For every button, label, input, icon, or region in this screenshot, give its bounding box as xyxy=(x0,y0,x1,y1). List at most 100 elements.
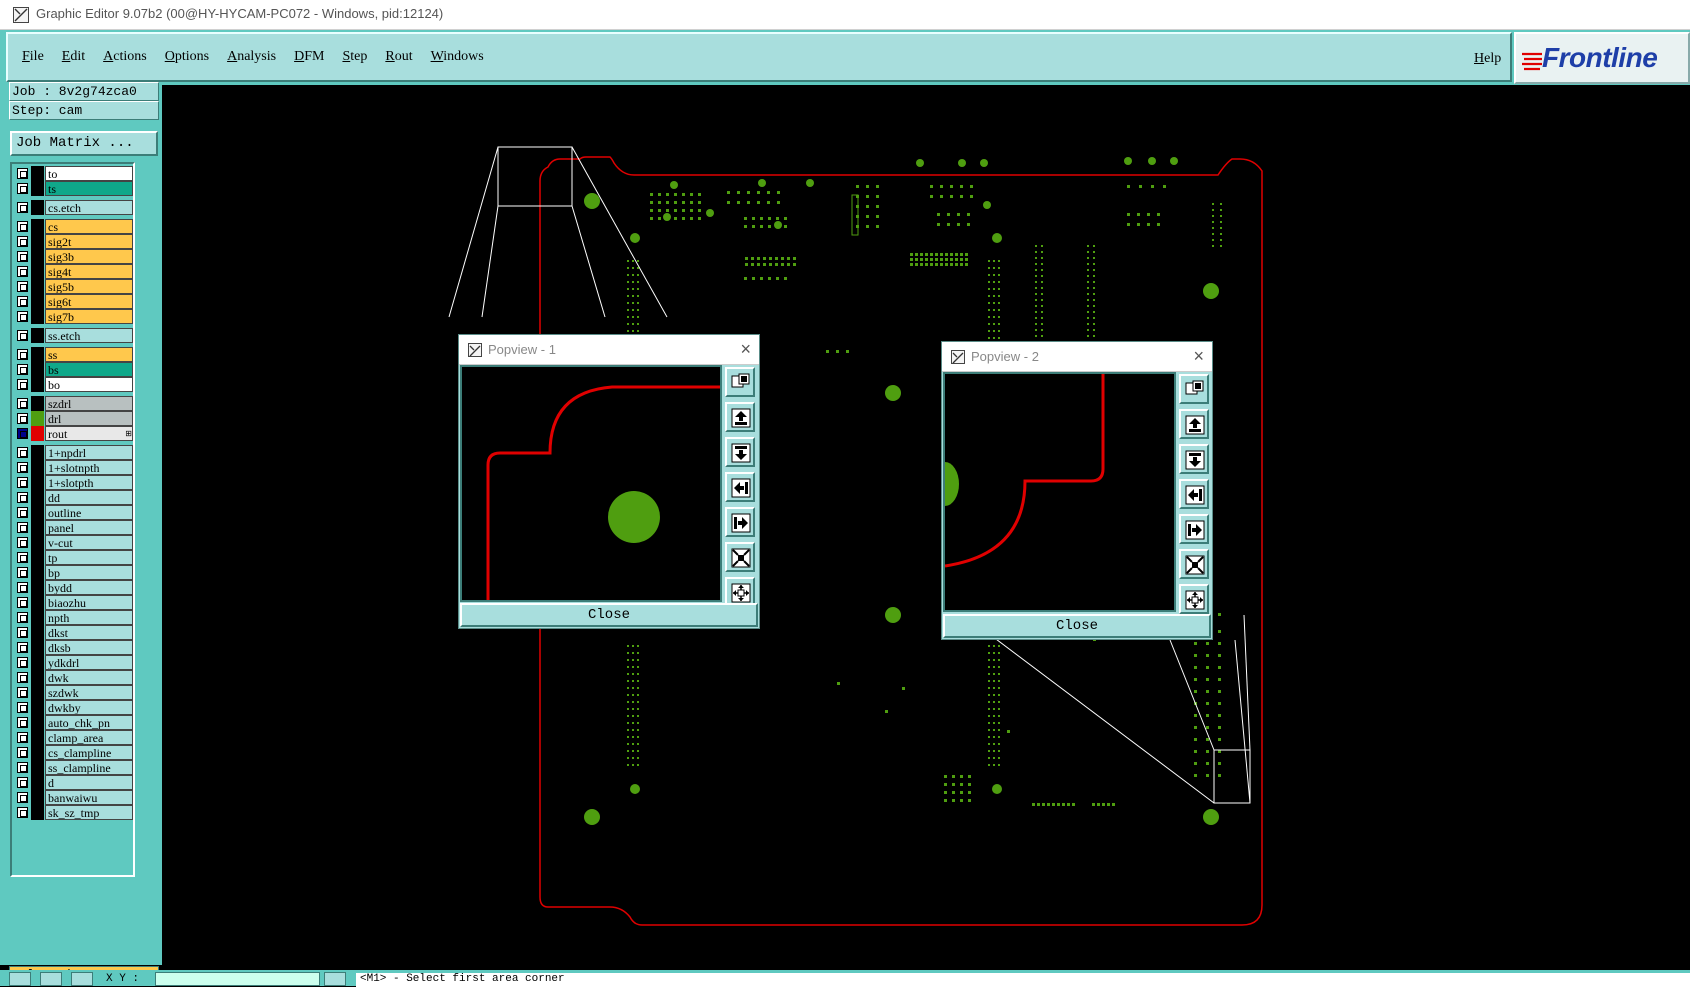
layer-checkbox[interactable] xyxy=(17,537,28,548)
layer-color-swatch[interactable] xyxy=(31,426,44,441)
layer-name[interactable]: to xyxy=(45,166,133,181)
layer-checkbox[interactable] xyxy=(17,462,28,473)
layer-checkbox[interactable] xyxy=(17,477,28,488)
layer-row-1-slotnpth[interactable]: 1+slotnpth xyxy=(12,460,133,475)
layer-row-d[interactable]: d xyxy=(12,775,133,790)
layer-checkbox[interactable] xyxy=(17,627,28,638)
job-matrix-button[interactable]: Job Matrix ... xyxy=(10,131,158,156)
layer-checkbox[interactable] xyxy=(17,311,28,322)
layer-checkbox[interactable] xyxy=(17,266,28,277)
layer-checkbox[interactable] xyxy=(17,428,28,439)
layer-color-swatch[interactable] xyxy=(31,249,44,264)
layer-row-biaozhu[interactable]: biaozhu xyxy=(12,595,133,610)
layer-name[interactable]: v-cut xyxy=(45,535,133,550)
layer-checkbox[interactable] xyxy=(17,398,28,409)
layer-checkbox[interactable] xyxy=(17,379,28,390)
layer-name[interactable]: dwk xyxy=(45,670,133,685)
layer-color-swatch[interactable] xyxy=(31,362,44,377)
layer-name[interactable]: cs xyxy=(45,219,133,234)
layer-color-swatch[interactable] xyxy=(31,805,44,820)
zoom-home-button[interactable] xyxy=(725,367,755,397)
layer-row-sig4t[interactable]: sig4t xyxy=(12,264,133,279)
layer-color-swatch[interactable] xyxy=(31,411,44,426)
menu-rout[interactable]: Rout xyxy=(385,49,412,65)
info-button[interactable] xyxy=(324,972,346,986)
layer-row-rout[interactable]: rout ⊞ xyxy=(12,426,133,441)
layer-name[interactable]: ss_clampline xyxy=(45,760,133,775)
layer-checkbox[interactable] xyxy=(17,221,28,232)
layer-color-swatch[interactable] xyxy=(31,347,44,362)
layer-name[interactable]: bo xyxy=(45,377,133,392)
layer-checkbox[interactable] xyxy=(17,687,28,698)
menu-file[interactable]: File xyxy=(22,49,44,65)
layer-color-swatch[interactable] xyxy=(31,730,44,745)
layer-color-swatch[interactable] xyxy=(31,309,44,324)
pan-down-button[interactable] xyxy=(1179,444,1209,474)
layer-color-swatch[interactable] xyxy=(31,790,44,805)
layer-name[interactable]: szdwk xyxy=(45,685,133,700)
layer-checkbox[interactable] xyxy=(17,612,28,623)
layer-checkbox[interactable] xyxy=(17,582,28,593)
layer-name[interactable]: ydkdrl xyxy=(45,655,133,670)
layer-name[interactable]: dksb xyxy=(45,640,133,655)
layer-row-to[interactable]: to xyxy=(12,166,133,181)
layer-checkbox[interactable] xyxy=(17,202,28,213)
layer-row-dkst[interactable]: dkst xyxy=(12,625,133,640)
layer-row-bp[interactable]: bp xyxy=(12,565,133,580)
menu-windows[interactable]: Windows xyxy=(431,49,484,65)
layer-color-swatch[interactable] xyxy=(31,760,44,775)
layer-name[interactable]: bs xyxy=(45,362,133,377)
layer-color-swatch[interactable] xyxy=(31,610,44,625)
layer-name[interactable]: biaozhu xyxy=(45,595,133,610)
layer-checkbox[interactable] xyxy=(17,807,28,818)
layer-color-swatch[interactable] xyxy=(31,670,44,685)
layer-color-swatch[interactable] xyxy=(31,595,44,610)
layer-checkbox[interactable] xyxy=(17,507,28,518)
layer-row-bs[interactable]: bs xyxy=(12,362,133,377)
layer-name[interactable]: panel xyxy=(45,520,133,535)
layer-name[interactable]: auto_chk_pn xyxy=(45,715,133,730)
layer-checkbox[interactable] xyxy=(17,281,28,292)
popview-1-titlebar[interactable]: Popview - 1 × xyxy=(459,335,759,365)
snap-tool-button[interactable] xyxy=(71,972,93,986)
layer-name[interactable]: sk_sz_tmp xyxy=(45,805,133,820)
popview-1-close-button[interactable]: Close xyxy=(460,603,758,627)
layer-checkbox[interactable] xyxy=(17,447,28,458)
measure-tool-button[interactable] xyxy=(40,972,62,986)
layer-checkbox[interactable] xyxy=(17,777,28,788)
menu-analysis[interactable]: Analysis xyxy=(227,49,276,65)
layer-color-swatch[interactable] xyxy=(31,655,44,670)
layer-color-swatch[interactable] xyxy=(31,166,44,181)
layer-row-clamp-area[interactable]: clamp_area xyxy=(12,730,133,745)
layer-checkbox[interactable] xyxy=(17,672,28,683)
layer-checkbox[interactable] xyxy=(17,251,28,262)
menu-step[interactable]: Step xyxy=(342,49,367,65)
layer-row-cs-clampline[interactable]: cs_clampline xyxy=(12,745,133,760)
layer-color-swatch[interactable] xyxy=(31,234,44,249)
layer-name[interactable]: sig6t xyxy=(45,294,133,309)
layer-row-sig5b[interactable]: sig5b xyxy=(12,279,133,294)
popview-2-close-button[interactable]: Close xyxy=(943,614,1211,638)
layer-row-bydd[interactable]: bydd xyxy=(12,580,133,595)
layer-color-swatch[interactable] xyxy=(31,490,44,505)
popview-1-view[interactable] xyxy=(460,365,722,602)
layer-color-swatch[interactable] xyxy=(31,745,44,760)
popview-2-close-icon[interactable]: × xyxy=(1193,346,1204,367)
layer-checkbox[interactable] xyxy=(17,762,28,773)
layer-name[interactable]: ss.etch xyxy=(45,328,133,343)
layer-row-bo[interactable]: bo xyxy=(12,377,133,392)
layer-checkbox[interactable] xyxy=(17,597,28,608)
layer-row-dwk[interactable]: dwk xyxy=(12,670,133,685)
layer-name[interactable]: sig5b xyxy=(45,279,133,294)
layer-checkbox[interactable] xyxy=(17,747,28,758)
popview-2-titlebar[interactable]: Popview - 2 × xyxy=(942,342,1212,372)
layer-color-swatch[interactable] xyxy=(31,181,44,196)
layer-name[interactable]: sig4t xyxy=(45,264,133,279)
layer-color-swatch[interactable] xyxy=(31,550,44,565)
layer-name[interactable]: outline xyxy=(45,505,133,520)
layer-name[interactable]: tp xyxy=(45,550,133,565)
layer-row-szdrl[interactable]: szdrl xyxy=(12,396,133,411)
layer-checkbox[interactable] xyxy=(17,717,28,728)
coordinate-field[interactable] xyxy=(155,972,320,986)
layer-color-swatch[interactable] xyxy=(31,685,44,700)
